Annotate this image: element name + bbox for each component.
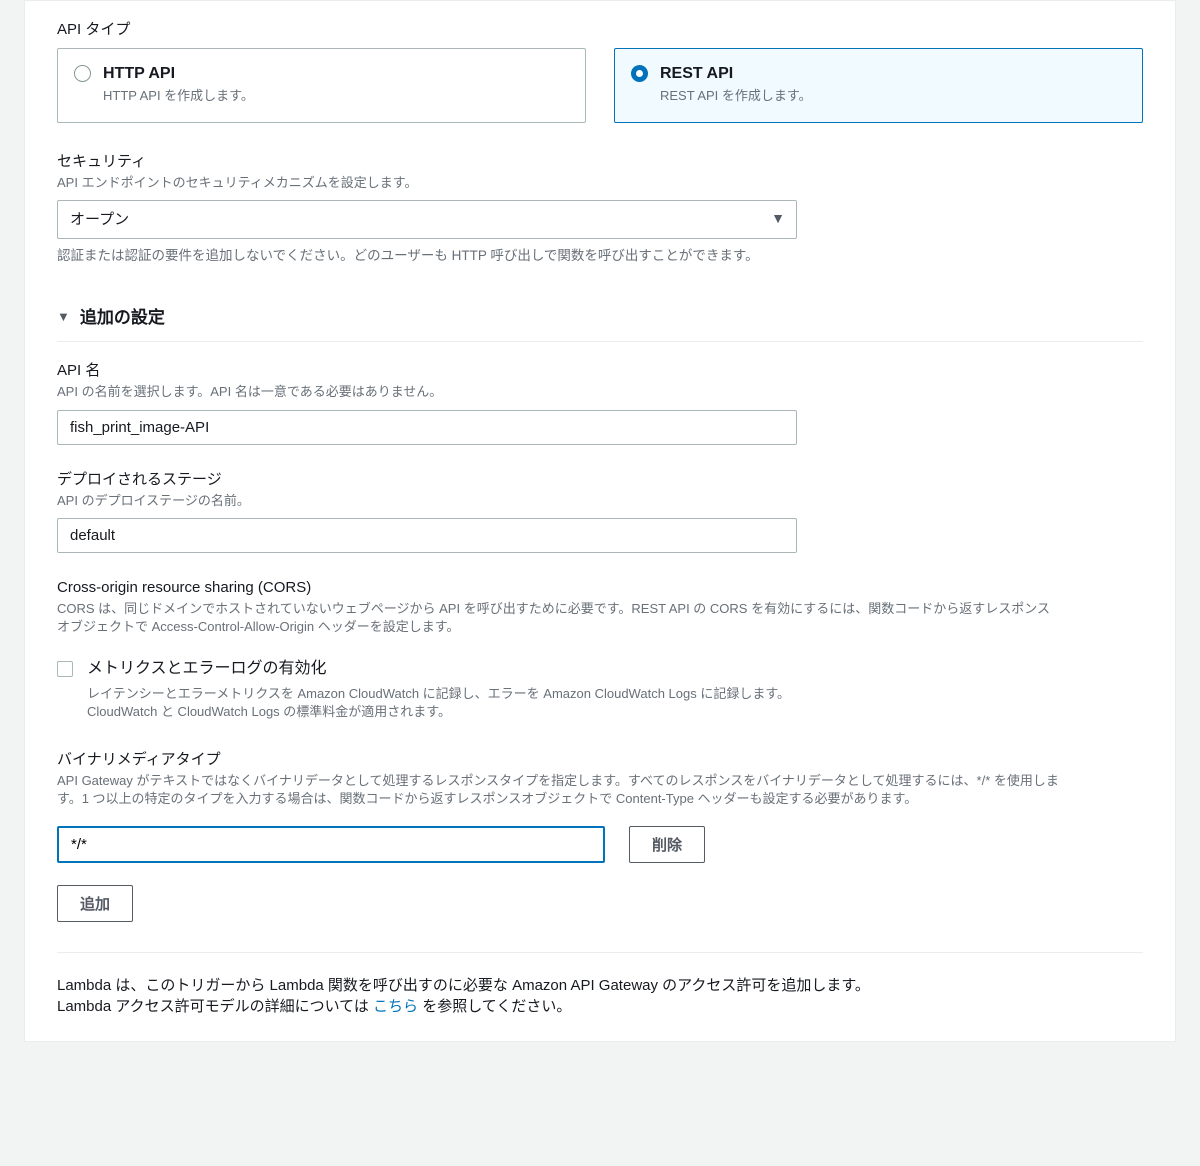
- security-desc: API エンドポイントのセキュリティメカニズムを設定します。: [57, 174, 1143, 192]
- metrics-label: メトリクスとエラーログの有効化: [87, 658, 807, 680]
- binary-media-type-input[interactable]: [57, 826, 605, 863]
- radio-icon: [631, 65, 648, 82]
- api-type-http-title: HTTP API: [103, 63, 254, 85]
- api-type-label: API タイプ: [57, 19, 1143, 40]
- security-help: 認証または認証の要件を追加しないでください。どのユーザーも HTTP 呼び出しで…: [57, 247, 1143, 266]
- add-button[interactable]: 追加: [57, 885, 133, 922]
- api-name-desc: API の名前を選択します。API 名は一意である必要はありません。: [57, 383, 1143, 401]
- security-label: セキュリティ: [57, 151, 1143, 172]
- stage-label: デプロイされるステージ: [57, 469, 1143, 490]
- caret-down-icon: ▼: [57, 308, 70, 326]
- security-selected-value: オープン: [70, 211, 129, 228]
- api-type-rest-sub: REST API を作成します。: [660, 87, 812, 105]
- footer-permission-text: Lambda は、このトリガーから Lambda 関数を呼び出すのに必要な Am…: [57, 975, 1143, 996]
- footer-suffix: を参照してください。: [418, 998, 571, 1015]
- api-type-rest-card[interactable]: REST API REST API を作成します。: [614, 48, 1143, 123]
- stage-desc: API のデプロイステージの名前。: [57, 492, 1143, 510]
- security-select[interactable]: オープン ▼: [57, 200, 797, 239]
- stage-input[interactable]: [57, 518, 797, 553]
- api-type-http-sub: HTTP API を作成します。: [103, 87, 254, 105]
- footer-prefix: Lambda アクセス許可モデルの詳細については: [57, 998, 373, 1015]
- radio-icon: [74, 65, 91, 82]
- api-type-http-card[interactable]: HTTP API HTTP API を作成します。: [57, 48, 586, 123]
- api-name-label: API 名: [57, 360, 1143, 381]
- additional-settings-title: 追加の設定: [80, 306, 165, 330]
- footer-doc-text: Lambda アクセス許可モデルの詳細については こちら を参照してください。: [57, 996, 1143, 1017]
- divider: [57, 952, 1143, 953]
- metrics-desc: レイテンシーとエラーメトリクスを Amazon CloudWatch に記録し、…: [87, 685, 807, 721]
- caret-down-icon: ▼: [771, 209, 785, 229]
- api-type-rest-title: REST API: [660, 63, 812, 85]
- cors-desc: CORS は、同じドメインでホストされていないウェブページから API を呼び出…: [57, 600, 1057, 636]
- cors-label: Cross-origin resource sharing (CORS): [57, 577, 1143, 598]
- api-name-input[interactable]: [57, 410, 797, 445]
- metrics-checkbox[interactable]: [57, 661, 73, 677]
- delete-button[interactable]: 削除: [629, 826, 705, 863]
- additional-settings-toggle[interactable]: ▼ 追加の設定: [57, 292, 1143, 343]
- docs-link[interactable]: こちら: [373, 998, 418, 1015]
- binary-desc: API Gateway がテキストではなくバイナリデータとして処理するレスポンス…: [57, 772, 1067, 808]
- binary-label: バイナリメディアタイプ: [57, 749, 1143, 770]
